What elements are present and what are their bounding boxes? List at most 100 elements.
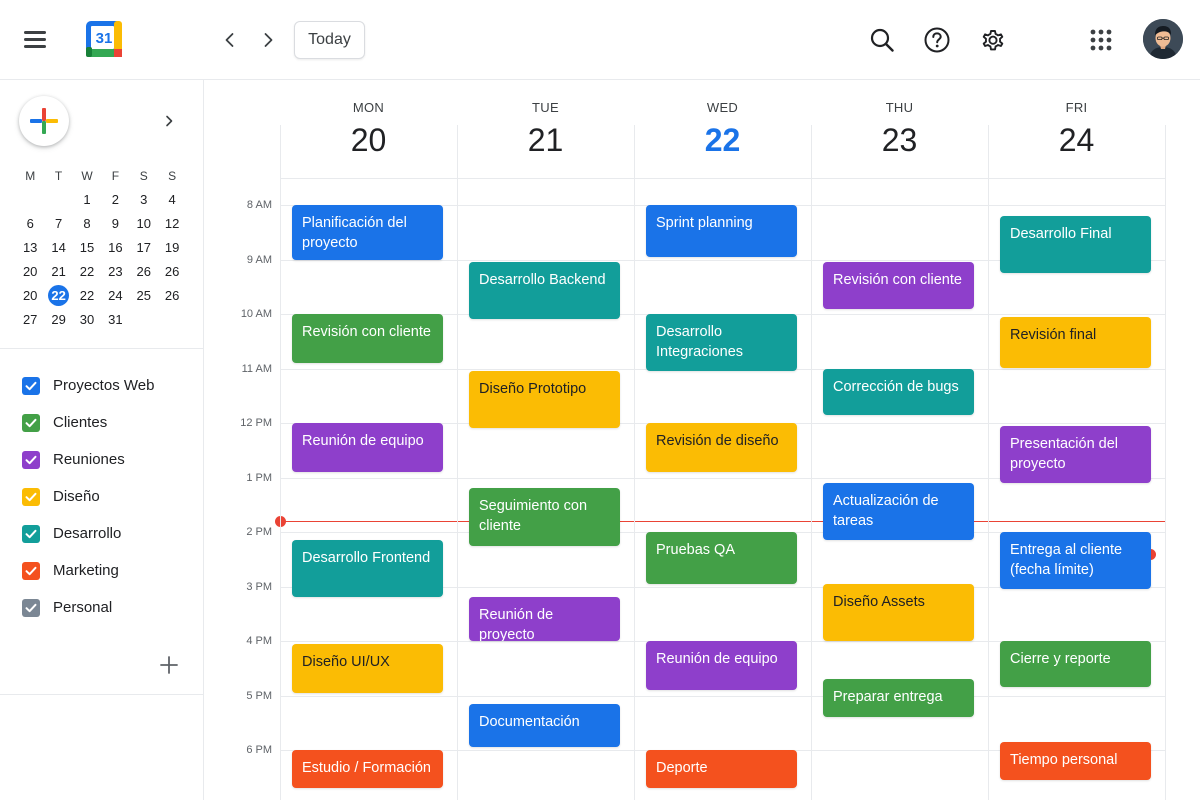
event-block[interactable]: Revisión final	[1000, 316, 1151, 369]
calendar-item[interactable]: Clientes	[22, 404, 192, 441]
add-calendar-button[interactable]	[158, 654, 180, 676]
mini-calendar-day[interactable]: 29	[44, 308, 72, 332]
mini-calendar-day[interactable]: 25	[130, 284, 158, 308]
event-block[interactable]: Diseño Assets	[823, 583, 974, 641]
event-block[interactable]: Tiempo personal	[1000, 741, 1151, 780]
hamburger-menu-icon[interactable]	[24, 28, 50, 50]
apps-grid-icon	[1090, 29, 1112, 51]
help-button[interactable]	[919, 22, 955, 58]
mini-calendar-day[interactable]: 22	[73, 284, 101, 308]
event-block[interactable]: Entrega al cliente (fecha límite)	[1000, 532, 1151, 590]
mini-calendar-day[interactable]: 22	[73, 260, 101, 284]
mini-calendar-day[interactable]: 19	[158, 236, 186, 260]
calendar-item[interactable]: Proyectos Web	[22, 367, 192, 404]
day-header[interactable]: FRI 24	[988, 80, 1165, 180]
calendar-item[interactable]: Reuniones	[22, 441, 192, 478]
event-block[interactable]: Reunión de equipo	[292, 423, 443, 473]
day-header[interactable]: TUE 21	[457, 80, 634, 180]
calendar-item[interactable]: Diseño	[22, 478, 192, 515]
day-header[interactable]: WED 22	[634, 80, 811, 180]
calendar-label: Diseño	[53, 488, 100, 505]
user-avatar[interactable]	[1143, 19, 1183, 59]
event-block[interactable]: Documentación	[469, 703, 620, 748]
mini-calendar-day[interactable]: 3	[130, 188, 158, 212]
calendar-item[interactable]: Personal	[22, 589, 192, 626]
help-icon	[924, 27, 950, 53]
event-block[interactable]: Planificación del proyecto	[292, 205, 443, 260]
checkbox-checked-icon[interactable]	[22, 487, 40, 506]
mini-calendar-day[interactable]: 14	[44, 236, 72, 260]
event-block[interactable]: Revisión con cliente	[292, 314, 443, 364]
mini-calendar-day-label: 23	[108, 264, 123, 279]
search-button[interactable]	[864, 22, 900, 58]
event-block[interactable]: Cierre y reporte	[1000, 641, 1151, 688]
checkbox-checked-icon[interactable]	[22, 450, 40, 469]
event-block[interactable]: Desarrollo Frontend	[292, 540, 443, 598]
mini-calendar-next-button[interactable]	[158, 110, 180, 132]
event-block[interactable]: Deporte	[646, 750, 797, 789]
event-block[interactable]: Pruebas QA	[646, 532, 797, 584]
mini-calendar-day[interactable]: 12	[158, 212, 186, 236]
checkbox-checked-icon[interactable]	[22, 598, 40, 617]
mini-calendar-day[interactable]: 10	[130, 212, 158, 236]
event-block[interactable]: Diseño Prototipo	[469, 371, 620, 429]
event-block[interactable]: Presentación del proyecto	[1000, 425, 1151, 483]
checkbox-checked-icon[interactable]	[22, 413, 40, 432]
mini-calendar-day[interactable]: 6	[16, 212, 44, 236]
mini-calendar-day[interactable]: 20	[16, 284, 44, 308]
event-block[interactable]: Preparar entrega	[823, 679, 974, 718]
day-name: FRI	[1065, 100, 1088, 115]
mini-calendar-day[interactable]: 24	[101, 284, 129, 308]
event-block[interactable]: Corrección de bugs	[823, 368, 974, 415]
mini-calendar-day[interactable]: 26	[130, 260, 158, 284]
apps-button[interactable]	[1083, 22, 1119, 58]
event-title: Revisión con cliente	[302, 324, 431, 340]
calendar-item[interactable]: Desarrollo	[22, 515, 192, 552]
event-block[interactable]: Revisión de diseño	[646, 423, 797, 473]
event-block[interactable]: Reunión de proyecto	[469, 597, 620, 641]
mini-calendar-day[interactable]: 26	[158, 284, 186, 308]
mini-calendar-day[interactable]: 26	[158, 260, 186, 284]
mini-calendar-day[interactable]: 9	[101, 212, 129, 236]
event-block[interactable]: Actualización de tareas	[823, 482, 974, 541]
mini-calendar-day[interactable]: 30	[73, 308, 101, 332]
next-week-button[interactable]	[254, 26, 282, 54]
mini-calendar-day[interactable]: 8	[73, 212, 101, 236]
checkbox-checked-icon[interactable]	[22, 376, 40, 395]
mini-calendar-day[interactable]: 17	[130, 236, 158, 260]
mini-calendar-day[interactable]: 20	[16, 260, 44, 284]
mini-calendar-day[interactable]: 23	[101, 260, 129, 284]
mini-calendar-day[interactable]: 27	[16, 308, 44, 332]
event-block[interactable]: Reunión de equipo	[646, 641, 797, 691]
mini-calendar-day[interactable]: 13	[16, 236, 44, 260]
mini-calendar-day[interactable]: 1	[73, 188, 101, 212]
event-block[interactable]: Seguimiento con cliente	[469, 488, 620, 546]
calendar-label: Marketing	[53, 562, 119, 579]
mini-calendar-day[interactable]: 22	[44, 284, 72, 308]
checkbox-checked-icon[interactable]	[22, 524, 40, 543]
mini-calendar-day[interactable]: 15	[73, 236, 101, 260]
event-block[interactable]: Desarrollo Backend	[469, 262, 620, 320]
day-header[interactable]: THU 23	[811, 80, 988, 180]
event-block[interactable]: Estudio / Formación	[292, 750, 443, 789]
mini-calendar-day[interactable]: 2	[101, 188, 129, 212]
mini-calendar-day[interactable]: 21	[44, 260, 72, 284]
day-number: 22	[704, 122, 741, 158]
calendar-item[interactable]: Marketing	[22, 552, 192, 589]
event-block[interactable]: Sprint planning	[646, 205, 797, 257]
event-block[interactable]: Revisión con cliente	[823, 262, 974, 309]
event-title: Diseño Assets	[833, 593, 925, 610]
previous-week-button[interactable]	[216, 26, 244, 54]
event-block[interactable]: Diseño UI/UX	[292, 643, 443, 693]
event-block[interactable]: Desarrollo Final	[1000, 215, 1151, 274]
checkbox-checked-icon[interactable]	[22, 561, 40, 580]
settings-button[interactable]	[975, 22, 1011, 58]
day-header[interactable]: MON 20	[280, 80, 457, 180]
create-event-button[interactable]	[19, 96, 69, 146]
mini-calendar-day[interactable]: 4	[158, 188, 186, 212]
mini-calendar-day[interactable]: 7	[44, 212, 72, 236]
mini-calendar-day[interactable]: 31	[101, 308, 129, 332]
today-button[interactable]: Today	[294, 21, 365, 59]
mini-calendar-day[interactable]: 16	[101, 236, 129, 260]
event-block[interactable]: Desarrollo Integraciones	[646, 314, 797, 372]
